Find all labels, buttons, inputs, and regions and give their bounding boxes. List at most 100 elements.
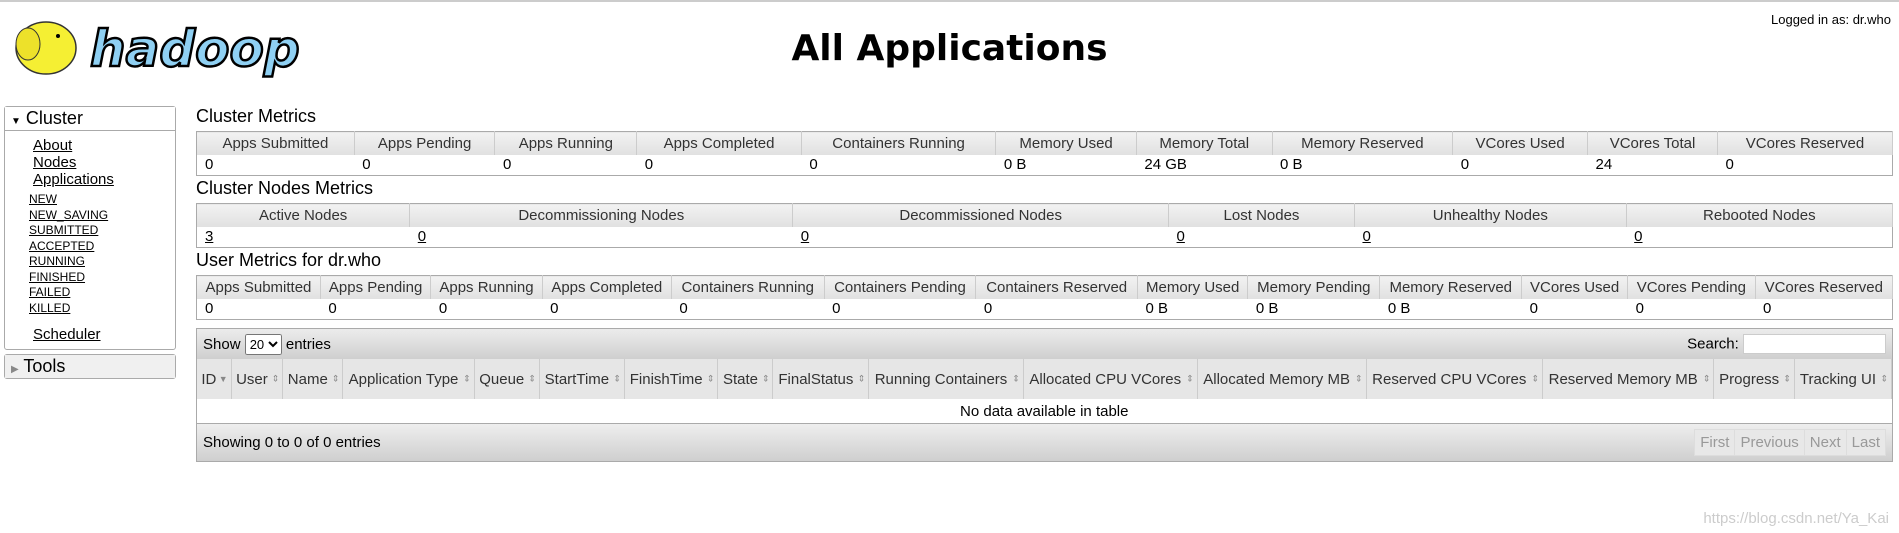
- sort-icon: ⇕: [1186, 373, 1194, 384]
- sort-icon: ⇕: [1012, 373, 1020, 384]
- link-scheduler[interactable]: Scheduler: [33, 326, 101, 343]
- pager-next-button[interactable]: Next: [1803, 429, 1847, 456]
- node-count: 0: [1169, 227, 1355, 248]
- sort-icon: ⇕: [1531, 373, 1540, 384]
- column-header: VCores Reserved: [1717, 131, 1894, 155]
- entries-label: entries: [285, 335, 331, 353]
- sort-icon: ⇕: [1880, 373, 1888, 384]
- sort-icon: ⇕: [1702, 373, 1711, 384]
- column-header: Apps Submitted: [196, 131, 355, 155]
- metric-value: 0: [644, 156, 654, 174]
- column-header: Containers Running: [801, 131, 997, 155]
- sort-column-header[interactable]: FinishTime ⇕: [624, 359, 719, 399]
- column-header: Apps Running: [494, 131, 638, 155]
- column-header: Unhealthy Nodes: [1354, 203, 1627, 227]
- sort-column-header[interactable]: FinalStatus ⇕: [772, 359, 870, 399]
- column-header: Active Nodes: [196, 203, 411, 227]
- sort-column-header[interactable]: State ⇕: [717, 359, 774, 399]
- sort-icon: ⇕: [1355, 373, 1363, 384]
- sort-desc-icon: ▼: [218, 374, 228, 384]
- metric-value: 0 B: [1255, 300, 1279, 318]
- column-header: Containers Pending: [824, 275, 977, 299]
- metric-value: 0: [832, 300, 841, 318]
- link-state-running[interactable]: RUNNING: [29, 254, 85, 268]
- node-count-link[interactable]: 3: [205, 228, 213, 245]
- tools-label: Tools: [23, 356, 66, 376]
- column-label: FinalStatus: [778, 370, 854, 388]
- sort-column-header[interactable]: Running Containers ⇕: [868, 359, 1024, 399]
- node-count: 3: [197, 227, 410, 248]
- page-title: All Applications: [791, 28, 1108, 69]
- column-label: Application Type: [348, 370, 459, 388]
- pager-first-button[interactable]: First: [1694, 429, 1736, 456]
- link-state-finished[interactable]: FINISHED: [29, 270, 85, 284]
- sort-icon: ⇕: [528, 373, 536, 384]
- link-applications[interactable]: Applications: [33, 171, 114, 188]
- column-header: Memory Reserved: [1379, 275, 1523, 299]
- link-state-failed[interactable]: FAILED: [29, 285, 70, 299]
- sort-column-header[interactable]: StartTime ⇕: [539, 359, 625, 399]
- sort-column-header[interactable]: Tracking UI ⇕: [1794, 359, 1893, 399]
- sort-column-header[interactable]: Reserved Memory MB ⇕: [1542, 359, 1715, 399]
- metric-value: 0: [1763, 300, 1772, 318]
- node-count-link[interactable]: 0: [801, 228, 809, 245]
- sort-column-header[interactable]: Progress ⇕: [1713, 359, 1795, 399]
- sort-column-header[interactable]: Allocated Memory MB ⇕: [1197, 359, 1367, 399]
- column-header: Memory Total: [1136, 131, 1273, 155]
- table-info: Showing 0 to 0 of 0 entries: [203, 434, 381, 451]
- column-header: VCores Used: [1452, 131, 1589, 155]
- link-state-killed[interactable]: KILLED: [29, 301, 70, 315]
- metric-value: 0: [679, 300, 688, 318]
- sort-column-header[interactable]: Name ⇕: [282, 359, 344, 399]
- metric-value: 0: [502, 156, 512, 174]
- metric-value: 0: [1635, 300, 1644, 318]
- column-header: Apps Submitted: [196, 275, 321, 299]
- column-label: User: [236, 370, 268, 388]
- metric-value: 0: [983, 300, 993, 318]
- column-header: Containers Running: [671, 275, 825, 299]
- column-header: VCores Used: [1521, 275, 1629, 299]
- column-header: VCores Pending: [1627, 275, 1756, 299]
- sort-column-header[interactable]: User ⇕: [231, 359, 284, 399]
- link-state-new-saving[interactable]: NEW_SAVING: [29, 208, 108, 222]
- link-state-new[interactable]: NEW: [29, 192, 57, 206]
- metric-value: 0 B: [1003, 156, 1027, 174]
- sort-column-header[interactable]: Allocated CPU VCores ⇕: [1023, 359, 1198, 399]
- cluster-toggle[interactable]: ▼ Cluster: [5, 107, 175, 131]
- column-label: ID: [201, 370, 217, 388]
- sort-column-header[interactable]: Reserved CPU VCores ⇕: [1366, 359, 1544, 399]
- link-about[interactable]: About: [33, 137, 72, 154]
- link-nodes[interactable]: Nodes: [33, 154, 76, 171]
- pager-previous-button[interactable]: Previous: [1734, 429, 1805, 456]
- node-count-link[interactable]: 0: [1177, 228, 1185, 245]
- pager-last-button[interactable]: Last: [1845, 429, 1886, 456]
- sort-column-header[interactable]: Application Type ⇕: [342, 359, 475, 399]
- column-label: Progress: [1719, 370, 1780, 388]
- applications-table: ID ▼ User ⇕ Name ⇕ Application Type ⇕ Queue ⇕ Star…: [197, 359, 1893, 423]
- metric-value: 24: [1595, 156, 1613, 174]
- node-count: 0: [410, 227, 793, 248]
- node-count-link[interactable]: 0: [1634, 228, 1642, 245]
- search-input[interactable]: [1743, 334, 1886, 354]
- node-count-link[interactable]: 0: [1362, 228, 1370, 245]
- metric-value: 0: [1460, 156, 1470, 174]
- link-state-submitted[interactable]: SUBMITTED: [29, 223, 98, 237]
- column-header: Memory Reserved: [1272, 131, 1454, 155]
- column-label: Reserved Memory MB: [1548, 370, 1698, 388]
- caret-down-icon: ▼: [11, 116, 21, 127]
- metric-value: 0: [1725, 156, 1734, 174]
- column-header: VCores Total: [1587, 131, 1718, 155]
- metric-value: 0: [205, 300, 214, 318]
- tools-section[interactable]: ▶ Tools: [4, 354, 176, 379]
- sort-icon: ⇕: [761, 373, 770, 384]
- sort-column-header[interactable]: Queue ⇕: [474, 359, 540, 399]
- column-label: StartTime: [544, 370, 610, 388]
- show-label: Show: [203, 335, 241, 353]
- sort-column-header[interactable]: ID ▼: [197, 359, 232, 399]
- node-count-link[interactable]: 0: [418, 228, 426, 245]
- cluster-metrics-table: Apps Submitted Apps Pending Apps Running Ap…: [196, 131, 1894, 176]
- link-state-accepted[interactable]: ACCEPTED: [29, 239, 94, 253]
- entries-select[interactable]: 20: [244, 333, 282, 355]
- column-label: Running Containers: [874, 370, 1008, 388]
- metric-value: 24 GB: [1144, 156, 1187, 174]
